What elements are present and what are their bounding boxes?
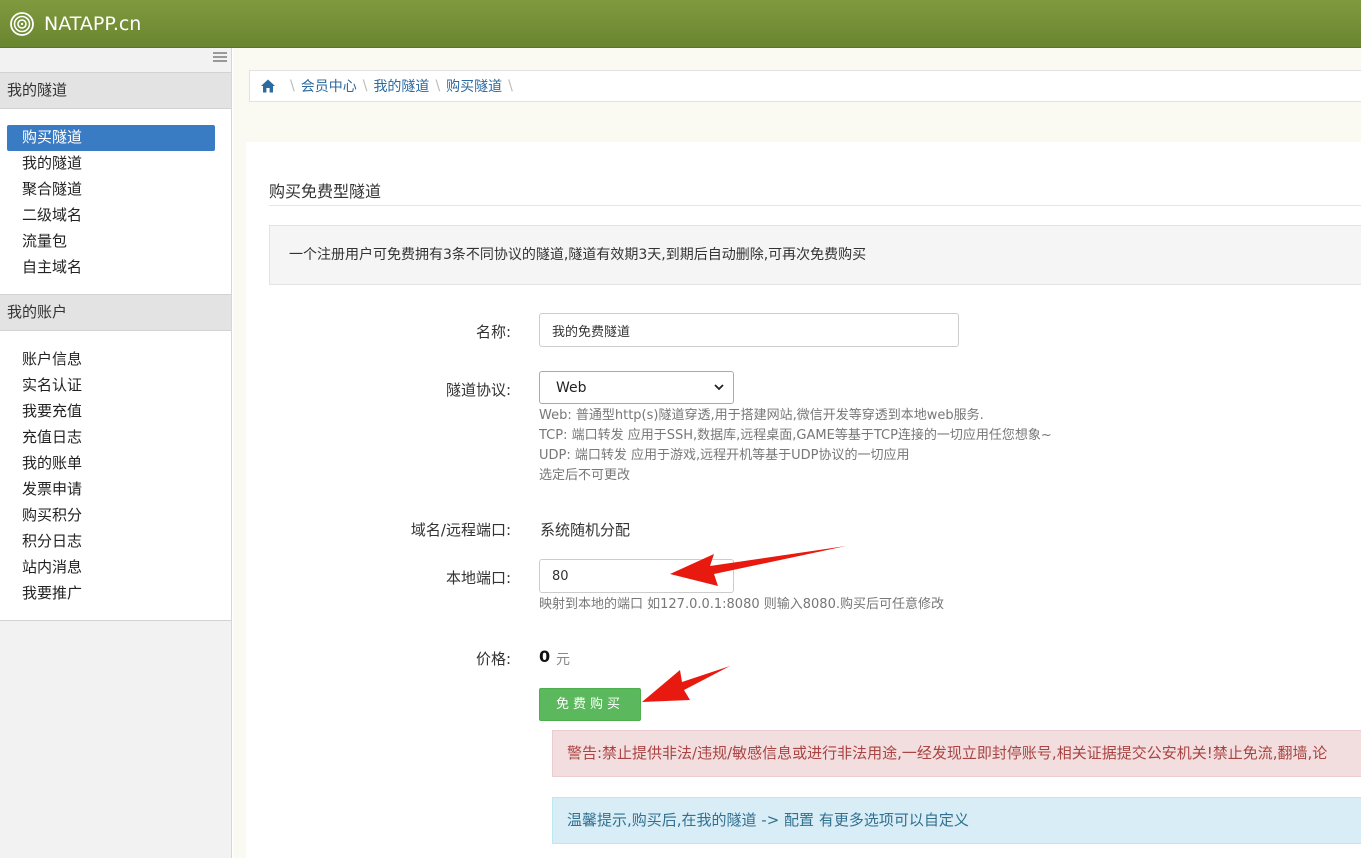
sidebar-item-custom-domain[interactable]: 自主域名 [7, 255, 215, 281]
sidebar-item-promote[interactable]: 我要推广 [7, 581, 215, 607]
protocol-help-tcp: TCP: 端口转发 应用于SSH,数据库,远程桌面,GAME等基于TCP连接的一… [539, 428, 1052, 443]
domain-label: 域名/远程端口: [410, 521, 511, 539]
buy-tunnel-panel: 购买免费型隧道 一个注册用户可免费拥有3条不同协议的隧道,隧道有效期3天,到期后… [246, 142, 1361, 858]
sidebar-item-my-tunnels[interactable]: 我的隧道 [7, 151, 215, 177]
sidebar-item-subdomain[interactable]: 二级域名 [7, 203, 215, 229]
spiral-logo-icon [10, 12, 34, 36]
breadcrumb-buy-tunnel[interactable]: 购买隧道 [446, 76, 502, 96]
sidebar-section-tunnels[interactable]: 我的隧道 [0, 72, 231, 109]
protocol-help-udp: UDP: 端口转发 应用于游戏,远程开机等基于UDP协议的一切应用 [539, 448, 910, 463]
sidebar-list-account: 账户信息 实名认证 我要充值 充值日志 我的账单 发票申请 购买积分 积分日志 … [0, 331, 231, 621]
tunnel-name-input[interactable] [539, 313, 959, 347]
breadcrumb-separator: \ [508, 78, 513, 94]
breadcrumb-member-center[interactable]: 会员中心 [301, 76, 357, 96]
chevron-down-icon [713, 381, 725, 393]
main-content: \ 会员中心 \ 我的隧道 \ 购买隧道 \ 购买免费型隧道 一个注册用户可免费… [233, 48, 1361, 858]
breadcrumb-separator: \ [290, 78, 295, 94]
free-tunnel-info: 一个注册用户可免费拥有3条不同协议的隧道,隧道有效期3天,到期后自动删除,可再次… [269, 225, 1361, 285]
top-navbar: NATAPP.cn [0, 0, 1361, 48]
panel-title: 购买免费型隧道 [269, 182, 382, 201]
price-unit: 元 [556, 652, 570, 668]
breadcrumb-my-tunnels[interactable]: 我的隧道 [373, 76, 429, 96]
sidebar-section-account[interactable]: 我的账户 [0, 294, 231, 331]
sidebar-item-messages[interactable]: 站内消息 [7, 555, 215, 581]
name-label: 名称: [475, 323, 511, 341]
arrow-annotation-icon [642, 666, 730, 702]
tip-alert: 温馨提示,购买后,在我的隧道 -> 配置 有更多选项可以自定义 [552, 797, 1361, 844]
sidebar-item-real-name[interactable]: 实名认证 [7, 373, 215, 399]
sidebar-item-recharge-log[interactable]: 充值日志 [7, 425, 215, 451]
protocol-help-web: Web: 普通型http(s)隧道穿透,用于搭建网站,微信开发等穿透到本地web… [539, 408, 984, 423]
protocol-help: Web: 普通型http(s)隧道穿透,用于搭建网站,微信开发等穿透到本地web… [539, 406, 1052, 486]
free-buy-button[interactable]: 免费购买 [539, 688, 641, 721]
price-value: 0 [539, 647, 551, 666]
menu-toggle-icon[interactable] [213, 52, 227, 64]
sidebar-item-traffic-pack[interactable]: 流量包 [7, 229, 215, 255]
price-label: 价格: [475, 650, 511, 668]
breadcrumb: \ 会员中心 \ 我的隧道 \ 购买隧道 \ [249, 70, 1361, 102]
home-icon[interactable] [260, 78, 276, 94]
domain-value: 系统随机分配 [540, 521, 631, 539]
sidebar-item-account-info[interactable]: 账户信息 [7, 347, 215, 373]
protocol-help-note: 选定后不可更改 [539, 468, 631, 483]
arrow-annotation-icon [670, 546, 846, 586]
sidebar-item-invoice[interactable]: 发票申请 [7, 477, 215, 503]
breadcrumb-separator: \ [435, 78, 441, 94]
sidebar-item-recharge[interactable]: 我要充值 [7, 399, 215, 425]
sidebar-item-buy-points[interactable]: 购买积分 [7, 503, 215, 529]
sidebar-item-points-log[interactable]: 积分日志 [7, 529, 215, 555]
brand-name: NATAPP.cn [44, 13, 142, 35]
sidebar-item-aggregate-tunnels[interactable]: 聚合隧道 [7, 177, 215, 203]
sidebar: 我的隧道 购买隧道 我的隧道 聚合隧道 二级域名 流量包 自主域名 我的账户 账… [0, 48, 232, 858]
warning-alert: 警告:禁止提供非法/违规/敏感信息或进行非法用途,一经发现立即封停账号,相关证据… [552, 730, 1361, 777]
protocol-select-value: Web [556, 379, 587, 396]
breadcrumb-separator: \ [362, 78, 368, 94]
brand-link[interactable]: NATAPP.cn [10, 10, 141, 38]
title-divider [269, 205, 1361, 206]
sidebar-list-tunnels: 购买隧道 我的隧道 聚合隧道 二级域名 流量包 自主域名 [0, 109, 231, 295]
local-port-label: 本地端口: [445, 569, 511, 587]
protocol-label: 隧道协议: [445, 381, 511, 399]
sidebar-item-bills[interactable]: 我的账单 [7, 451, 215, 477]
local-port-help: 映射到本地的端口 如127.0.0.1:8080 则输入8080.购买后可任意修… [539, 597, 944, 612]
protocol-select[interactable]: Web [539, 371, 734, 404]
sidebar-item-buy-tunnel[interactable]: 购买隧道 [7, 125, 215, 151]
